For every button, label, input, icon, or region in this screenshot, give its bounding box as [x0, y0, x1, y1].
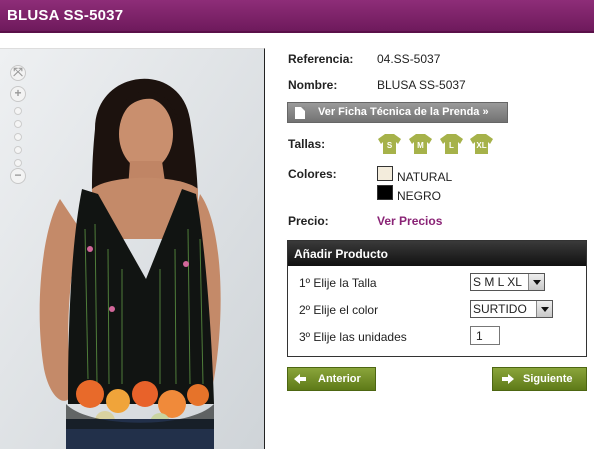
size-select[interactable]: S M L XL — [470, 273, 545, 291]
size-label: M — [417, 141, 424, 150]
size-label: L — [449, 141, 454, 150]
zoom-level-dot[interactable] — [14, 107, 22, 115]
arrow-left-icon — [294, 374, 306, 384]
size-shirt-icon: M — [408, 133, 433, 155]
arrow-right-icon — [502, 374, 514, 384]
size-label: XL — [476, 141, 487, 150]
size-shirt-icon: L — [439, 133, 464, 155]
step-units-label: 3º Elije las unidades — [299, 330, 407, 344]
nombre-label: Nombre: — [288, 78, 338, 92]
size-shirt-icon: XL — [469, 133, 494, 155]
units-input[interactable]: 1 — [470, 326, 500, 345]
panel-title: Añadir Producto — [294, 247, 389, 261]
colores-label: Colores: — [288, 167, 337, 181]
zoom-in-icon[interactable]: + — [10, 86, 26, 102]
next-label: Siguiente — [523, 373, 573, 385]
chevron-down-icon[interactable] — [536, 301, 552, 317]
product-photo[interactable] — [0, 48, 265, 449]
nombre-value: BLUSA SS-5037 — [377, 78, 466, 92]
step-color-label: 2º Elije el color — [299, 303, 379, 317]
zoom-fit-icon[interactable]: ⤧ — [10, 65, 26, 81]
ver-precios-link[interactable]: Ver Precios — [377, 214, 442, 228]
page-title: BLUSA SS-5037 — [7, 7, 124, 24]
referencia-label: Referencia: — [288, 52, 354, 66]
chevron-down-icon[interactable] — [528, 274, 544, 290]
panel-header: Añadir Producto — [288, 241, 586, 266]
color-swatch-negro — [377, 185, 393, 200]
color-select-value: SURTIDO — [473, 302, 527, 316]
page-header: BLUSA SS-5037 — [0, 0, 594, 33]
zoom-level-dot[interactable] — [14, 120, 22, 128]
step-size-label: 1º Elije la Talla — [299, 276, 377, 290]
ficha-tecnica-label: Ver Ficha Técnica de la Prenda » — [318, 106, 489, 118]
size-shirt-icon: S — [377, 133, 402, 155]
next-button[interactable]: Siguiente — [492, 367, 587, 391]
color-swatch-natural — [377, 166, 393, 181]
precio-label: Precio: — [288, 214, 329, 228]
document-icon — [295, 107, 305, 119]
model-illustration — [0, 49, 264, 449]
size-select-value: S M L XL — [473, 275, 522, 289]
zoom-level-dot[interactable] — [14, 133, 22, 141]
referencia-value: 04.SS-5037 — [377, 52, 441, 66]
color-select[interactable]: SURTIDO — [470, 300, 553, 318]
add-product-panel: Añadir Producto 1º Elije la Talla S M L … — [287, 240, 587, 357]
tallas-label: Tallas: — [288, 137, 326, 151]
previous-label: Anterior — [318, 373, 361, 385]
zoom-out-icon[interactable]: − — [10, 168, 26, 184]
zoom-level-dot[interactable] — [14, 159, 22, 167]
previous-button[interactable]: Anterior — [287, 367, 376, 391]
ficha-tecnica-button[interactable]: Ver Ficha Técnica de la Prenda » — [287, 102, 508, 123]
color-name: NATURAL — [397, 170, 453, 184]
size-label: S — [386, 141, 393, 150]
zoom-level-dot[interactable] — [14, 146, 22, 154]
color-name: NEGRO — [397, 189, 442, 203]
